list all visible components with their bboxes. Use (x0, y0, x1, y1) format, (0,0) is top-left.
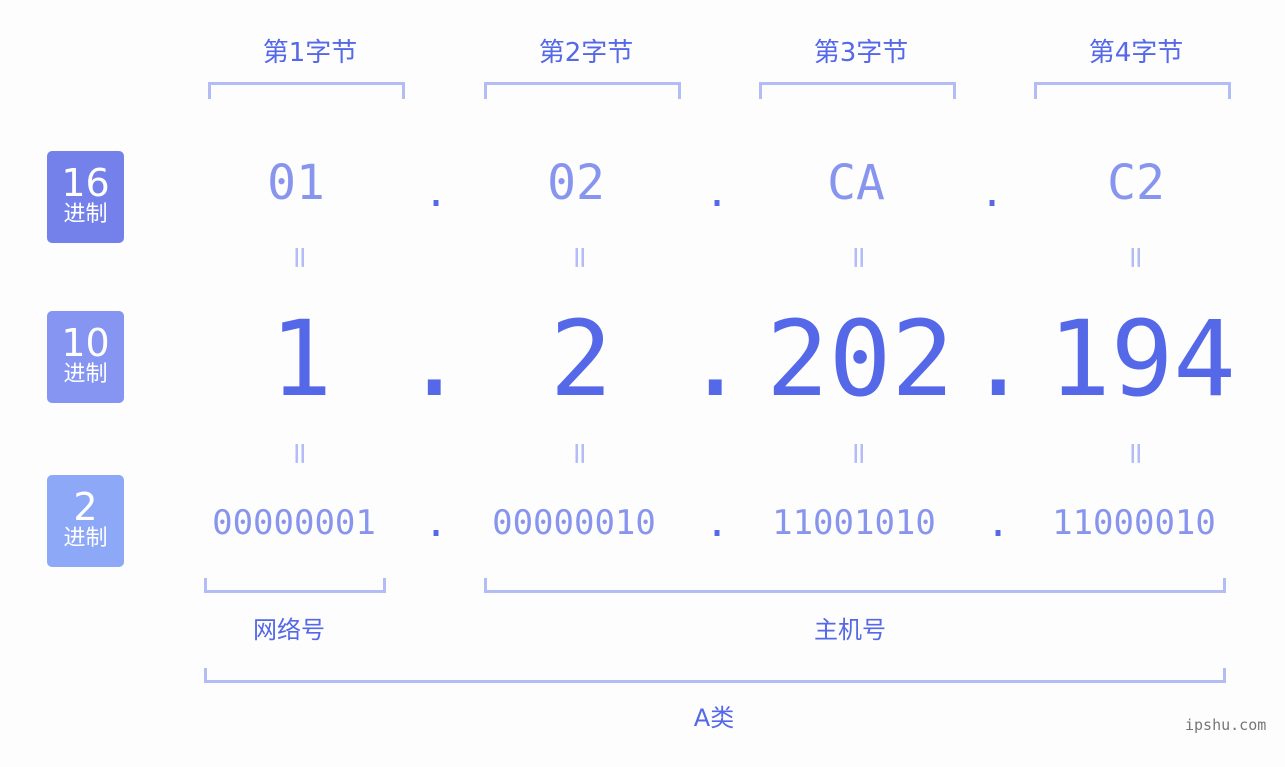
equals-sign: = (282, 244, 318, 271)
badge-decimal: 10 进制 (47, 311, 124, 403)
badge-binary: 2 进制 (47, 475, 124, 567)
hex-separator: . (423, 170, 449, 216)
equals-sign: = (1118, 244, 1154, 271)
decimal-byte-3: 202 (766, 298, 954, 420)
byte-bracket-1 (208, 82, 405, 99)
badge-hex: 16 进制 (47, 151, 124, 243)
hex-byte-1: 01 (267, 155, 325, 211)
badge-hex-label: 进制 (63, 202, 108, 227)
byte-bracket-4 (1034, 82, 1231, 99)
hex-separator: . (704, 170, 730, 216)
equals-sign: = (1118, 440, 1154, 467)
byte-header-4: 第4字节 (1088, 38, 1184, 68)
decimal-byte-2: 2 (549, 298, 613, 420)
host-label: 主机号 (814, 616, 886, 644)
byte-bracket-3 (759, 82, 956, 99)
binary-byte-4: 11000010 (1052, 503, 1216, 543)
decimal-separator: . (403, 298, 466, 420)
badge-decimal-number: 10 (61, 321, 110, 365)
network-bracket (204, 578, 386, 593)
decimal-byte-1: 1 (269, 298, 333, 420)
byte-header-1: 第1字节 (262, 38, 358, 68)
equals-sign: = (841, 244, 877, 271)
class-bracket (204, 668, 1226, 683)
hex-byte-2: 02 (547, 155, 605, 211)
watermark: ipshu.com (1185, 716, 1267, 734)
decimal-separator: . (967, 298, 1030, 420)
binary-byte-2: 00000010 (492, 503, 656, 543)
host-bracket (484, 578, 1226, 593)
binary-byte-1: 00000001 (212, 503, 376, 543)
hex-separator: . (979, 170, 1005, 216)
hex-byte-3: CA (827, 155, 885, 211)
binary-separator: . (985, 500, 1011, 546)
equals-sign: = (282, 440, 318, 467)
binary-separator: . (423, 500, 449, 546)
badge-binary-number: 2 (73, 485, 98, 529)
equals-sign: = (562, 440, 598, 467)
binary-byte-3: 11001010 (772, 503, 936, 543)
hex-byte-4: C2 (1107, 155, 1165, 211)
class-label: A类 (693, 704, 735, 732)
badge-binary-label: 进制 (63, 526, 108, 551)
byte-header-2: 第2字节 (538, 38, 634, 68)
decimal-byte-4: 194 (1048, 298, 1236, 420)
equals-sign: = (562, 244, 598, 271)
decimal-separator: . (684, 298, 747, 420)
badge-decimal-label: 进制 (63, 362, 108, 387)
byte-bracket-2 (484, 82, 681, 99)
equals-sign: = (841, 440, 877, 467)
byte-header-3: 第3字节 (813, 38, 909, 68)
network-label: 网络号 (253, 616, 325, 644)
binary-separator: . (704, 500, 730, 546)
badge-hex-number: 16 (61, 161, 110, 205)
